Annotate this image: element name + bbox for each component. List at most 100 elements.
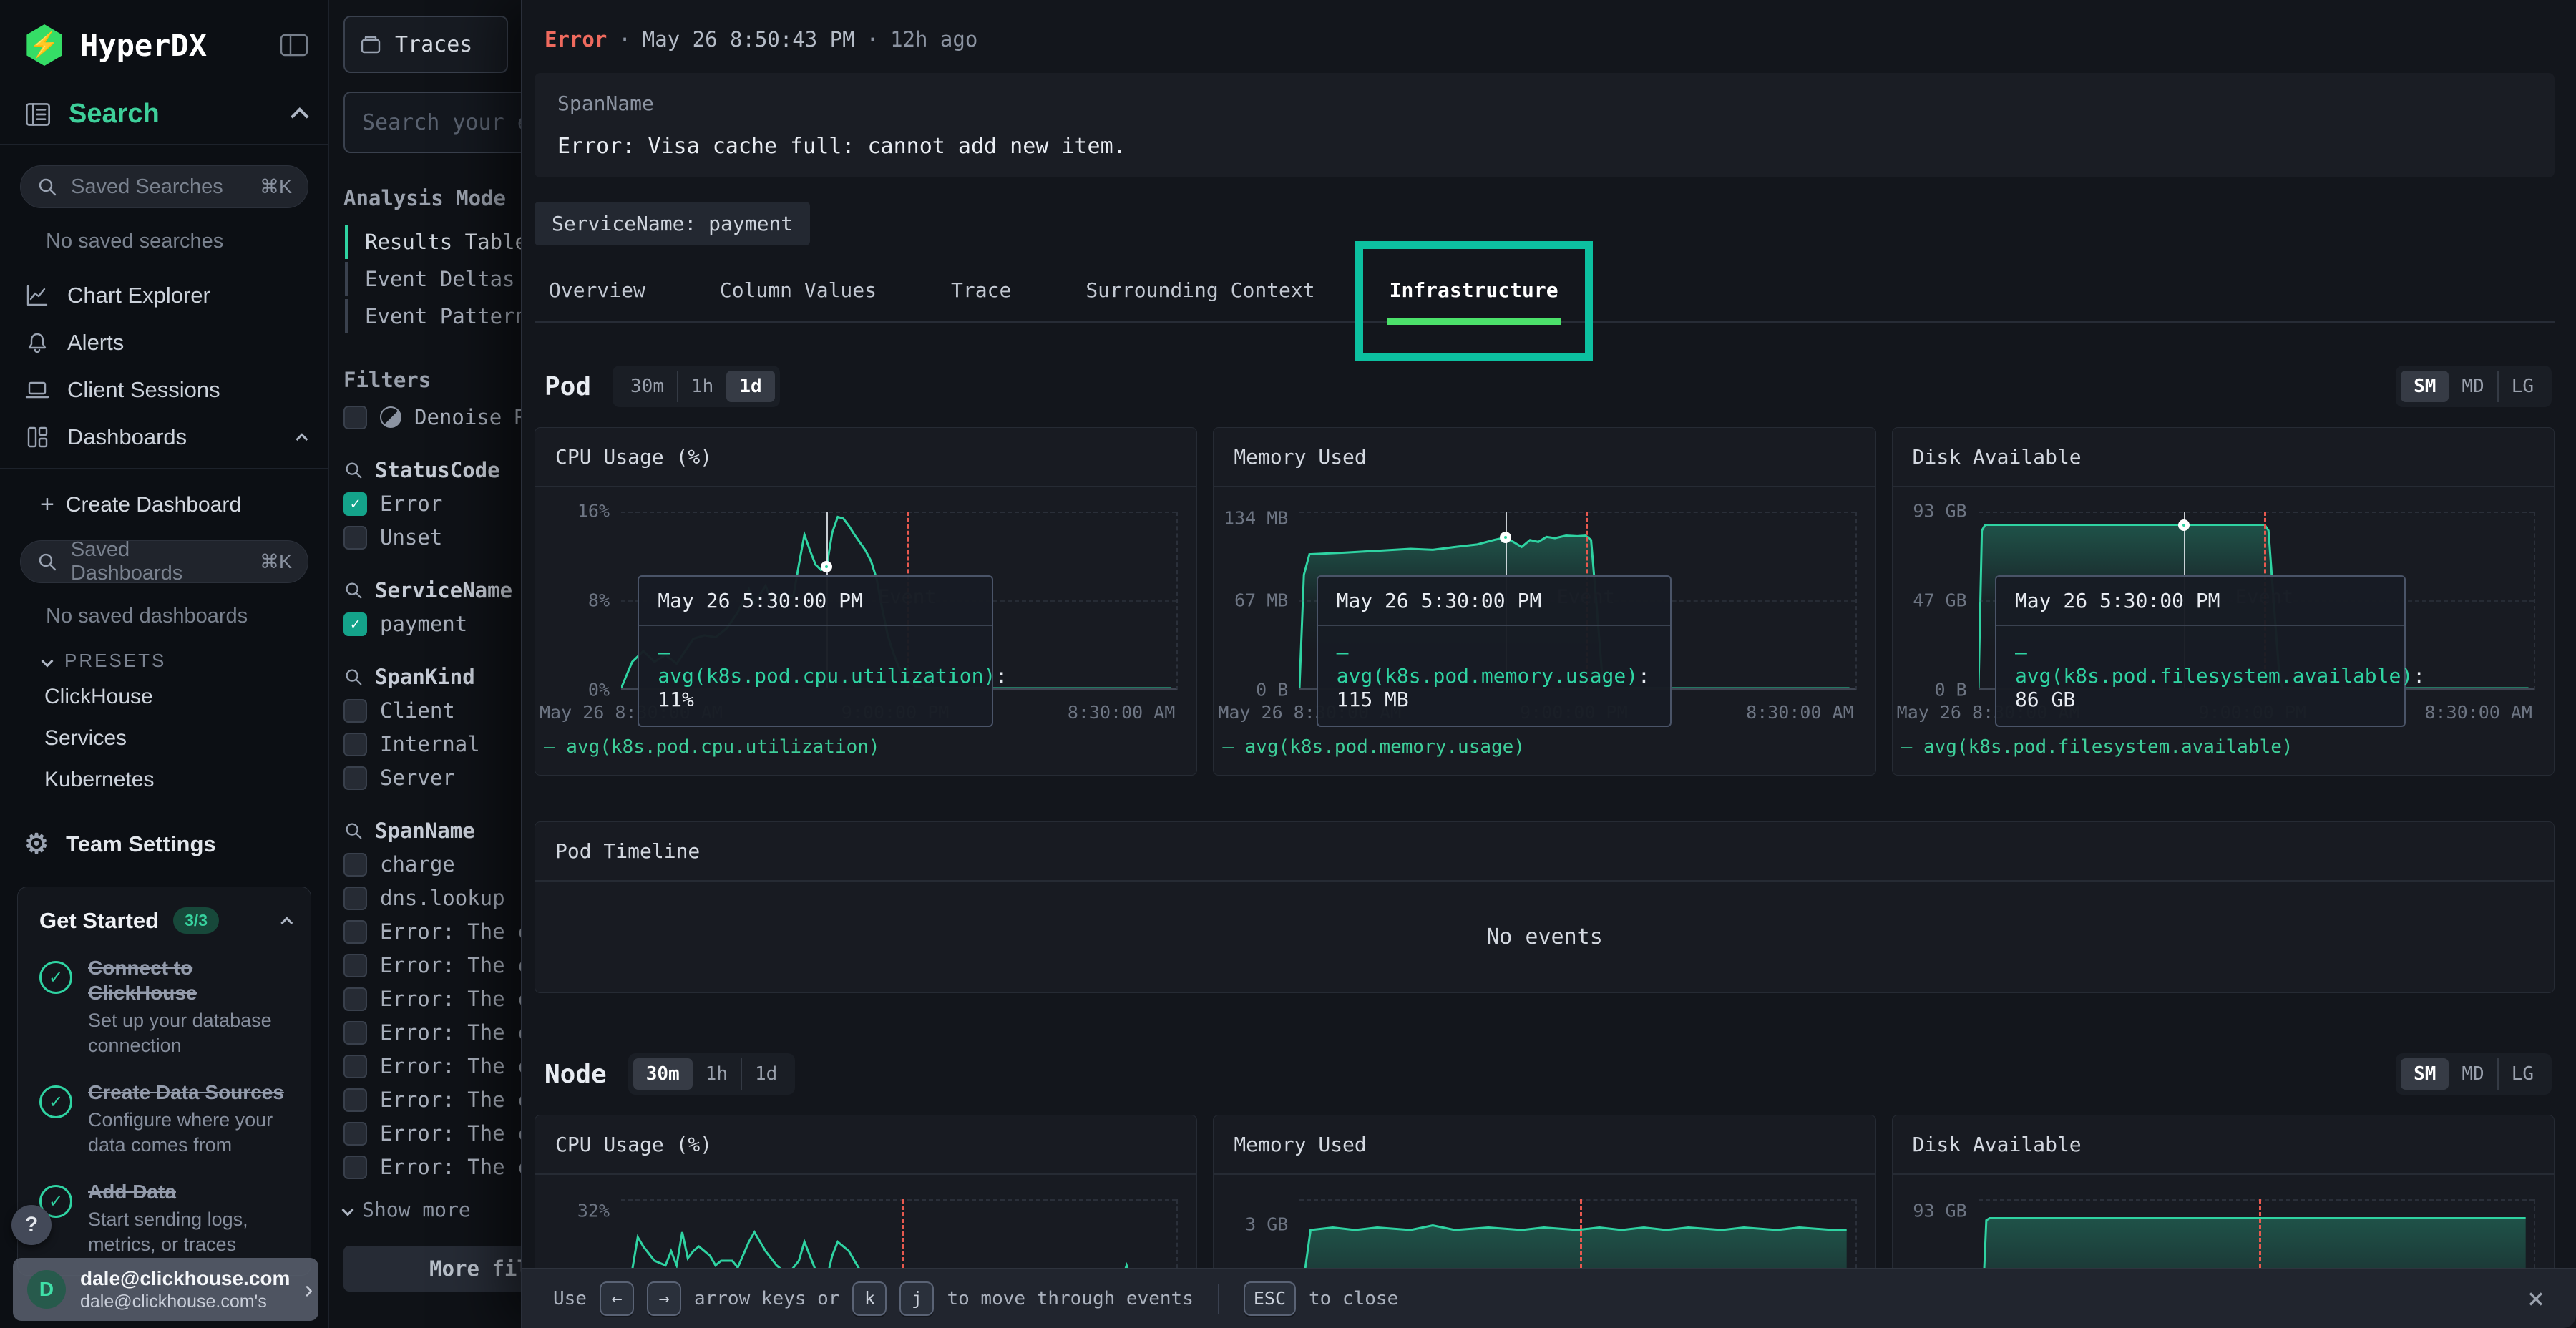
range-1d[interactable]: 1d [741, 1058, 790, 1090]
k-key[interactable]: k [852, 1281, 887, 1316]
filter-option[interactable]: dns.lookup [343, 886, 521, 910]
size-sm[interactable]: SM [2401, 1058, 2449, 1090]
size-sm[interactable]: SM [2401, 371, 2449, 402]
range-1h[interactable]: 1h [693, 1058, 741, 1090]
divider [1218, 1284, 1219, 1314]
team-settings-button[interactable]: ⚙ Team Settings [0, 801, 328, 858]
span-name-box: SpanName Error: Visa cache full: cannot … [535, 73, 2555, 177]
filter-option[interactable]: Unset [343, 525, 521, 550]
checkbox[interactable] [343, 1021, 367, 1045]
filter-option[interactable]: Internal [343, 732, 521, 756]
service-name-tag[interactable]: ServiceName: payment [535, 202, 810, 245]
more-filters-button[interactable]: More fil [343, 1246, 521, 1292]
pod-disk-plot[interactable]: Event May 26 5:30:00 PM — avg(k8s.pod.fi… [1979, 512, 2535, 690]
j-key[interactable]: j [899, 1281, 934, 1316]
tab-trace[interactable]: Trace [948, 260, 1014, 321]
tab-column-values[interactable]: Column Values [717, 260, 879, 321]
saved-searches-input[interactable]: Saved Searches ⌘K [20, 165, 308, 208]
filter-option[interactable]: Error: The cr [343, 987, 521, 1011]
range-30m[interactable]: 30m [618, 371, 677, 402]
show-more-toggle[interactable]: Show more [343, 1198, 521, 1221]
profile-sub: dale@clickhouse.com's [80, 1291, 290, 1312]
get-started-item[interactable]: ✓ Add Data Start sending logs, metrics, … [39, 1179, 289, 1257]
event-search-input[interactable]: Search your e [343, 92, 521, 153]
sidebar-item-client-sessions[interactable]: Client Sessions [0, 366, 328, 414]
arrow-left-key[interactable]: ← [600, 1281, 634, 1316]
filter-option[interactable]: Error: The cr [343, 919, 521, 944]
arrow-right-key[interactable]: → [647, 1281, 681, 1316]
get-started-card: Get Started 3/3 ✓ Connect to ClickHouse … [17, 887, 311, 1276]
source-select[interactable]: Traces [343, 16, 508, 73]
tab-infrastructure[interactable]: Infrastructure [1387, 260, 1561, 321]
get-started-item[interactable]: ✓ Connect to ClickHouse Set up your data… [39, 955, 289, 1058]
filter-option[interactable]: Server [343, 766, 521, 790]
tab-overview[interactable]: Overview [546, 260, 648, 321]
filter-option[interactable]: Error: The cr [343, 953, 521, 977]
analysis-mode-event-patterns[interactable]: Event Patterns [343, 298, 521, 335]
pod-memory-plot[interactable]: Event May 26 5:30:00 PM — avg(k8s.pod.me… [1299, 512, 1856, 690]
size-lg[interactable]: LG [2497, 1058, 2547, 1090]
checkbox[interactable] [343, 406, 367, 429]
checkbox[interactable] [343, 1122, 367, 1146]
checkbox[interactable] [343, 1088, 367, 1112]
pod-cpu-plot[interactable]: Event May 26 5:30:00 PM — avg(k8s.pod.cp… [621, 512, 1178, 690]
checkbox[interactable] [343, 920, 367, 944]
pod-title: Pod [545, 372, 591, 401]
checkbox[interactable] [343, 853, 367, 877]
range-30m[interactable]: 30m [633, 1058, 693, 1090]
filter-option[interactable]: charge [343, 852, 521, 877]
chevron-up-icon[interactable] [280, 917, 293, 929]
analysis-mode-event-deltas[interactable]: Event Deltas [343, 260, 521, 298]
filter-option[interactable]: Client [343, 698, 521, 723]
checkbox[interactable] [343, 766, 367, 790]
help-button[interactable]: ? [11, 1205, 52, 1245]
close-icon[interactable]: × [2527, 1284, 2545, 1313]
filter-option[interactable]: ✓Error [343, 492, 521, 516]
filters-label: Filters [343, 368, 521, 392]
chevron-up-icon[interactable] [291, 107, 308, 125]
preset-services[interactable]: Services [0, 718, 328, 759]
preset-kubernetes[interactable]: Kubernetes [0, 759, 328, 801]
filter-option[interactable]: Error: The cr [343, 1155, 521, 1179]
filter-option[interactable]: Error: The cr [343, 1054, 521, 1078]
sidebar-section-search[interactable]: Search [0, 66, 328, 144]
range-1h[interactable]: 1h [677, 371, 726, 402]
size-md[interactable]: MD [2449, 1058, 2497, 1090]
filter-option[interactable]: ✓payment [343, 612, 521, 636]
checkbox[interactable] [343, 887, 367, 910]
filter-option[interactable]: Error: The cr [343, 1088, 521, 1112]
collapse-sidebar-icon[interactable] [280, 33, 308, 57]
checkbox[interactable] [343, 954, 367, 977]
checkbox[interactable] [343, 526, 367, 550]
filter-option[interactable]: Error: The cr [343, 1121, 521, 1146]
saved-dashboards-input[interactable]: Saved Dashboards ⌘K [20, 540, 308, 583]
checkbox[interactable] [343, 1055, 367, 1078]
chevron-up-icon[interactable] [296, 433, 308, 445]
profile-menu[interactable]: D dale@clickhouse.com dale@clickhouse.co… [13, 1258, 318, 1321]
size-md[interactable]: MD [2449, 371, 2497, 402]
denoise-filter[interactable]: Denoise Re [343, 405, 521, 429]
checkbox[interactable] [343, 699, 367, 723]
sidebar-item-alerts[interactable]: Alerts [0, 319, 328, 366]
range-1d[interactable]: 1d [726, 371, 774, 402]
analysis-mode-results-table[interactable]: Results Table [343, 223, 521, 260]
checkbox-checked[interactable]: ✓ [343, 492, 367, 516]
sidebar-item-dashboards[interactable]: Dashboards [0, 414, 328, 461]
presets-toggle[interactable]: PRESETS [0, 628, 328, 676]
no-saved-dashboards-text: No saved dashboards [0, 583, 328, 628]
checkbox[interactable] [343, 1156, 367, 1179]
checkbox-checked[interactable]: ✓ [343, 612, 367, 636]
get-started-item[interactable]: ✓ Create Data Sources Configure where yo… [39, 1080, 289, 1158]
create-dashboard-button[interactable]: + Create Dashboard [0, 479, 328, 524]
divider [0, 144, 328, 145]
esc-key[interactable]: ESC [1244, 1281, 1296, 1316]
sidebar-item-chart-explorer[interactable]: Chart Explorer [0, 272, 328, 319]
y-axis: 93 GB 47 GB 0 B [1893, 512, 1979, 690]
checkbox[interactable] [343, 987, 367, 1011]
size-lg[interactable]: LG [2497, 371, 2547, 402]
tab-surrounding-context[interactable]: Surrounding Context [1083, 260, 1317, 321]
preset-clickhouse[interactable]: ClickHouse [0, 676, 328, 718]
get-started-title: Get Started [39, 908, 159, 934]
checkbox[interactable] [343, 733, 367, 756]
filter-option[interactable]: Error: The cr [343, 1020, 521, 1045]
